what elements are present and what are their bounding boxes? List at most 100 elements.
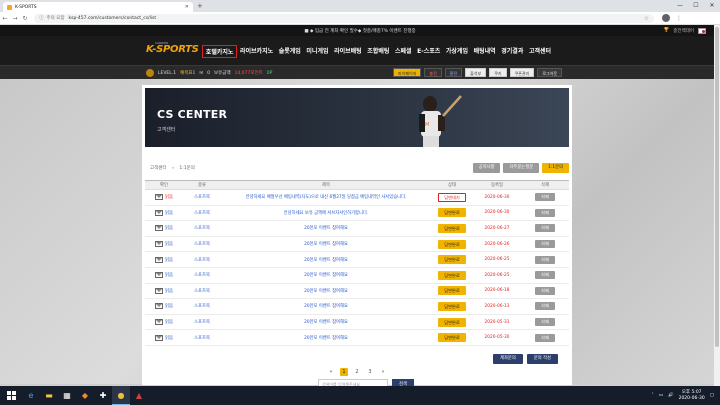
table-row[interactable]: 읽음 스포츠북 20만포 이벤트 참여해요 답변완료 2020-06-26 삭제: [145, 236, 569, 253]
nav-live-casino[interactable]: 라이브카지노: [237, 45, 276, 58]
title-cell[interactable]: 20만포 이벤트 참여해요: [221, 236, 431, 253]
delete-button[interactable]: 삭제: [535, 208, 555, 217]
bookmark-star-icon[interactable]: ☆: [644, 15, 649, 22]
delete-button[interactable]: 삭제: [535, 271, 555, 280]
nav-customer-center[interactable]: 고객센터: [526, 45, 554, 58]
clock[interactable]: 오후 5:07 2020-06-30: [679, 390, 705, 402]
page-prev[interactable]: «: [327, 368, 335, 376]
calculator-icon[interactable]: ▦: [58, 386, 76, 405]
new-tab-icon[interactable]: +: [197, 2, 203, 10]
add-icon[interactable]: ✚: [94, 386, 112, 405]
page-next[interactable]: »: [379, 368, 387, 376]
title-cell[interactable]: 20만포 이벤트 참여해요: [221, 267, 431, 284]
volume-icon[interactable]: 🔊: [668, 393, 674, 398]
coupon-button[interactable]: 쿠폰관리: [509, 68, 535, 77]
delete-button[interactable]: 삭제: [535, 224, 555, 233]
nav-results[interactable]: 경기결과: [498, 45, 526, 58]
profile-avatar[interactable]: [662, 14, 670, 22]
network-icon[interactable]: ▭: [659, 393, 663, 398]
forward-icon[interactable]: →: [10, 15, 20, 22]
nav-combo-betting[interactable]: 조합배팅: [365, 45, 393, 58]
app-icon[interactable]: ▲: [130, 386, 148, 405]
nav-live-betting[interactable]: 라이브배팅: [331, 45, 364, 58]
title-cell[interactable]: 안녕하세요 예절우선 베팅내역(자도)으로 내신 6월27일 당첨금 베팅내역인…: [221, 189, 431, 206]
title-cell[interactable]: 20만포 이벤트 참여해요: [221, 314, 431, 331]
close-tab-icon[interactable]: ✕: [185, 4, 189, 10]
table-row[interactable]: 읽음 스포츠북 안녕하세요 보유 금액에 서브자서인하기합니다. 답변완료 2020-0…: [145, 205, 569, 222]
inquiry-button[interactable]: 1:1문의: [542, 163, 569, 173]
nav-esports[interactable]: E-스포츠: [414, 45, 443, 58]
title-cell[interactable]: 20만포 이벤트 참여해요: [221, 251, 431, 268]
deposit-button[interactable]: 충전: [424, 68, 442, 77]
message-count[interactable]: 0: [207, 71, 210, 76]
delete-button[interactable]: 삭제: [535, 333, 555, 342]
cookie-button[interactable]: 쿠키: [489, 68, 507, 77]
paint-icon[interactable]: ◆: [76, 386, 94, 405]
page-2[interactable]: 2: [353, 368, 361, 376]
reload-icon[interactable]: ↻: [20, 15, 30, 22]
korea-flag-icon[interactable]: [698, 27, 706, 34]
status-badge: 답변대기: [438, 192, 466, 202]
delete-button[interactable]: 삭제: [535, 240, 555, 249]
type-cell: 스포츠북: [183, 220, 221, 237]
attendance-button[interactable]: 출석부: [465, 68, 487, 77]
table-row[interactable]: 읽음 스포츠북 20만포 이벤트 참여해요 답변완료 2020-06-25 삭제: [145, 267, 569, 284]
page-1[interactable]: 1: [340, 368, 348, 376]
page-scrollbar[interactable]: [714, 25, 720, 386]
title-cell[interactable]: 20만포 이벤트 참여해요: [221, 220, 431, 237]
envelope-icon: [155, 256, 164, 263]
notification-icon[interactable]: ▢: [710, 393, 714, 398]
maximize-icon[interactable]: ☐: [688, 0, 704, 12]
delete-button[interactable]: 삭제: [535, 318, 555, 327]
cs-label[interactable]: 충전백데어: [673, 28, 694, 34]
logout-button[interactable]: 로그아웃: [537, 68, 563, 77]
menu-icon[interactable]: ⋮: [676, 15, 682, 22]
ie-icon[interactable]: e: [22, 386, 40, 405]
nav-mini-game[interactable]: 미니게임: [304, 45, 332, 58]
info-icon[interactable]: ⓘ: [39, 15, 44, 21]
table-row[interactable]: 읽음 스포츠북 20만포 이벤트 참여해요 답변완료 2020-06-25 삭제: [145, 251, 569, 268]
table-row[interactable]: 읽음 스포츠북 20만포 이벤트 참여해요 답변완료 2020-06-13 삭제: [145, 298, 569, 315]
title-cell[interactable]: 20만포 이벤트 참여해요: [221, 298, 431, 315]
browser-tab[interactable]: K-SPORTS ✕: [3, 2, 193, 12]
title-cell[interactable]: 20만포 이벤트 참여해요: [221, 329, 431, 346]
site-logo[interactable]: CARRIER K-SPORTS: [144, 39, 200, 61]
breadcrumb-home[interactable]: 고객센터: [150, 166, 167, 171]
close-window-icon[interactable]: ✕: [704, 0, 720, 12]
message-icon[interactable]: ✉: [199, 71, 203, 76]
nav-special[interactable]: 스페셜: [392, 45, 414, 58]
nav-hotel-casino[interactable]: 호텔카지노: [202, 45, 238, 58]
tray-up-icon[interactable]: ˄: [651, 393, 653, 398]
chrome-icon[interactable]: ●: [112, 386, 130, 405]
table-row[interactable]: 읽음 스포츠북 20만포 이벤트 참여해요 답변완료 2020-06-18 삭제: [145, 283, 569, 300]
nav-virtual-game[interactable]: 가상게임: [443, 45, 471, 58]
title-cell[interactable]: 20만포 이벤트 참여해요: [221, 283, 431, 300]
url-field[interactable]: ⓘ 주의 요함 ksp-457.com/customers/contact_cs…: [34, 13, 654, 23]
back-icon[interactable]: ←: [0, 15, 10, 22]
page-3[interactable]: 3: [366, 368, 374, 376]
main-nav: CARRIER K-SPORTS 호텔카지노 라이브카지노 슬롯게임 미니게임 …: [0, 36, 720, 65]
title-cell[interactable]: 안녕하세요 보유 금액에 서브자서인하기합니다.: [221, 205, 431, 222]
delete-button[interactable]: 삭제: [535, 255, 555, 264]
account-inquiry-button[interactable]: 계좌문의: [493, 354, 523, 364]
nav-bet-history[interactable]: 배팅내역: [471, 45, 499, 58]
start-button[interactable]: [0, 386, 22, 405]
delete-button[interactable]: 삭제: [535, 286, 555, 295]
withdraw-button[interactable]: 환전: [444, 68, 463, 77]
read-status: 읽음: [165, 320, 173, 326]
notice-button[interactable]: 공지사항: [472, 163, 501, 173]
table-row[interactable]: 읽음 스포츠북 20만포 이벤트 참여해요 답변완료 2020-05-31 삭제: [145, 314, 569, 331]
nav-slot[interactable]: 슬롯게임: [276, 45, 304, 58]
breadcrumb-current[interactable]: 1:1문의: [179, 166, 195, 171]
minimize-icon[interactable]: —: [672, 0, 688, 12]
delete-button[interactable]: 삭제: [535, 193, 555, 202]
write-inquiry-button[interactable]: 문의 작성: [526, 354, 558, 364]
table-row[interactable]: 읽음 스포츠북 안녕하세요 예절우선 베팅내역(자도)으로 내신 6월27일 당첨금…: [145, 189, 569, 206]
scrollbar-thumb[interactable]: [715, 27, 719, 347]
explorer-icon[interactable]: ▬: [40, 386, 58, 405]
delete-button[interactable]: 삭제: [535, 302, 555, 311]
faq-button[interactable]: 자주묻는질문: [503, 163, 540, 173]
mypage-button[interactable]: 마이페이지: [393, 68, 422, 77]
table-row[interactable]: 읽음 스포츠북 20만포 이벤트 참여해요 답변완료 2020-06-27 삭제: [145, 220, 569, 237]
table-row[interactable]: 읽음 스포츠북 20만포 이벤트 참여해요 답변완료 2020-05-30 삭제: [145, 329, 569, 346]
